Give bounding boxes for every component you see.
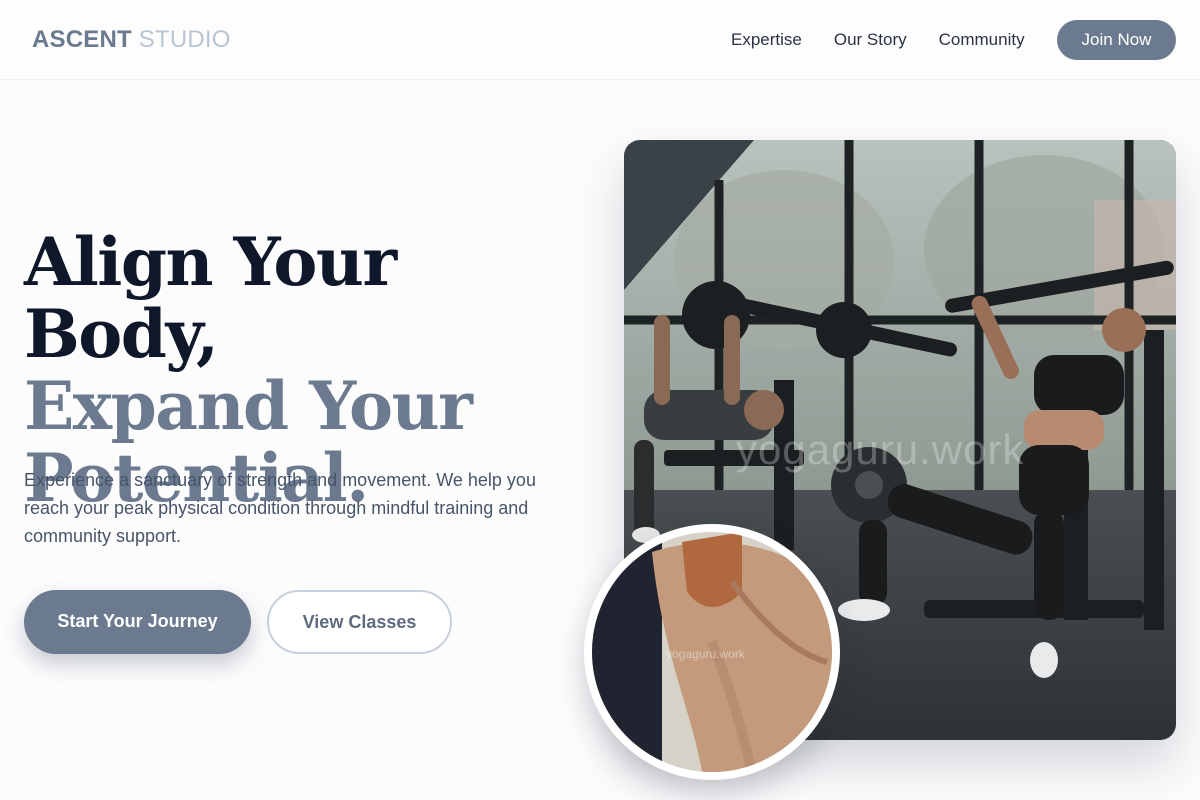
hero-description: Experience a sanctuary of strength and m… xyxy=(24,470,536,546)
logo-brand: ASCENT xyxy=(32,26,132,53)
logo-subtitle: STUDIO xyxy=(138,26,231,53)
start-journey-button[interactable]: Start Your Journey xyxy=(24,590,251,654)
main-nav: Expertise Our Story Community xyxy=(731,30,1025,50)
back-muscles-inset-image: yogaguru.work xyxy=(584,524,840,780)
join-now-button[interactable]: Join Now xyxy=(1057,20,1176,60)
site-logo[interactable]: ASCENT STUDIO xyxy=(32,26,231,54)
nav-link-expertise[interactable]: Expertise xyxy=(731,30,802,50)
inset-image-frame: yogaguru.work xyxy=(592,532,832,772)
inset-watermark: yogaguru.work xyxy=(666,647,745,661)
headline-line-1: Align Your Body, xyxy=(24,223,397,373)
nav-link-our-story[interactable]: Our Story xyxy=(834,30,907,50)
view-classes-button[interactable]: View Classes xyxy=(267,590,452,654)
image-watermark: yogaguru.work xyxy=(736,426,1025,473)
nav-link-community[interactable]: Community xyxy=(939,30,1025,50)
headline-line-2: Expand Your xyxy=(24,367,473,445)
site-header: ASCENT STUDIO Expertise Our Story Commun… xyxy=(0,0,1200,80)
